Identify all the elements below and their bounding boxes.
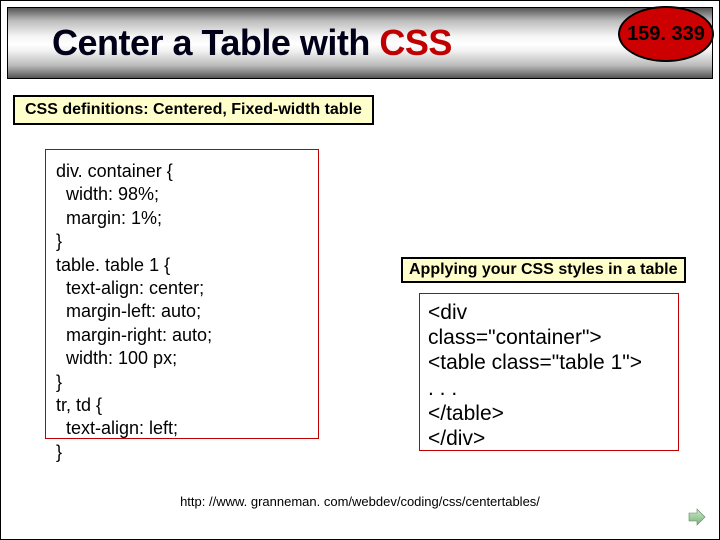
title-suffix: CSS	[379, 22, 452, 63]
css-code-text: div. container { width: 98%; margin: 1%;…	[56, 161, 212, 462]
source-url-text: http: //www. granneman. com/webdev/codin…	[180, 494, 540, 509]
css-code-block: div. container { width: 98%; margin: 1%;…	[45, 149, 319, 439]
page-title: Center a Table with CSS	[52, 22, 452, 64]
left-caption: CSS definitions: Centered, Fixed-width t…	[13, 95, 374, 125]
slide-number-badge: 159. 339	[618, 6, 714, 62]
title-bar: Center a Table with CSS 159. 339	[7, 7, 713, 79]
html-code-text: <div class="container"> <table class="ta…	[428, 301, 642, 450]
arrow-right-icon	[687, 507, 707, 527]
slide-number: 159. 339	[627, 23, 705, 46]
right-caption: Applying your CSS styles in a table	[401, 257, 686, 283]
next-slide-button[interactable]	[687, 507, 707, 527]
html-code-block: <div class="container"> <table class="ta…	[419, 293, 679, 451]
right-caption-text: Applying your CSS styles in a table	[409, 261, 678, 278]
title-prefix: Center a Table with	[52, 22, 379, 63]
source-url: http: //www. granneman. com/webdev/codin…	[1, 494, 719, 509]
left-caption-text: CSS definitions: Centered, Fixed-width t…	[25, 101, 362, 118]
